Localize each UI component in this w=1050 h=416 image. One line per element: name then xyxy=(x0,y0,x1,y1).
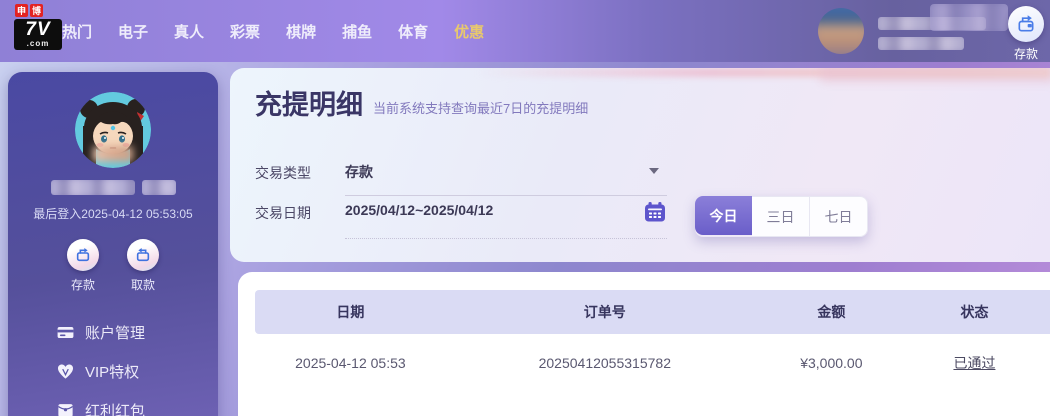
header-status: 状态 xyxy=(899,302,1050,322)
sidebar-item-vip[interactable]: VIP特权 xyxy=(56,360,218,382)
bank-card-icon xyxy=(56,323,75,342)
transaction-type-label: 交易类型 xyxy=(255,162,345,183)
nav-item-fishing[interactable]: 捕鱼 xyxy=(342,21,372,42)
page-subtitle: 当前系统支持查询最近7日的充提明细 xyxy=(373,98,588,120)
transaction-type-row: 交易类型 存款 xyxy=(255,162,667,196)
sidebar-item-bonus[interactable]: 红利红包 xyxy=(56,399,218,416)
nav-item-live[interactable]: 真人 xyxy=(174,21,204,42)
table-header: 日期 订单号 金额 状态 xyxy=(255,290,1050,334)
row-date: 2025-04-12 05:53 xyxy=(255,355,446,371)
top-navbar: 申 博 7V .com 热门 电子 真人 彩票 棋牌 捕鱼 体育 优惠 xyxy=(0,0,1050,62)
results-panel: 日期 订单号 金额 状态 2025-04-12 05:53 2025041205… xyxy=(238,272,1050,416)
sidebar-quick-actions: 存款 取款 xyxy=(8,239,218,293)
site-logo[interactable]: 申 博 7V .com xyxy=(14,4,64,50)
user-avatar[interactable] xyxy=(818,8,864,54)
blurred-strip xyxy=(820,68,1050,82)
sidebar-item-label: 账户管理 xyxy=(85,322,145,343)
nav-item-cards[interactable]: 棋牌 xyxy=(286,21,316,42)
deposit-wallet-icon xyxy=(67,239,99,271)
chevron-down-icon xyxy=(649,168,659,174)
sidebar-item-label: VIP特权 xyxy=(85,361,139,382)
transaction-type-select[interactable]: 存款 xyxy=(345,162,667,196)
withdraw-wallet-icon xyxy=(127,239,159,271)
date-range-value: 2025/04/12~2025/04/12 xyxy=(345,202,493,218)
blurred-avatar-area xyxy=(93,146,133,162)
header-deposit-label: 存款 xyxy=(1004,45,1048,62)
sidebar-menu: 账户管理 VIP特权 红利红包 xyxy=(8,321,218,416)
date-range-input[interactable]: 2025/04/12~2025/04/12 xyxy=(345,202,667,239)
last-login: 最后登入2025-04-12 05:53:05 xyxy=(8,205,218,222)
title-row: 充提明细 当前系统支持查询最近7日的充提明细 xyxy=(255,90,588,120)
wallet-icon xyxy=(1008,6,1044,42)
range-button-7days[interactable]: 七日 xyxy=(810,196,868,237)
row-amount: ¥3,000.00 xyxy=(764,355,899,371)
transaction-type-value: 存款 xyxy=(345,164,373,180)
nav-item-hot[interactable]: 热门 xyxy=(62,21,92,42)
header-order-number: 订单号 xyxy=(446,302,764,322)
filter-panel: 充提明细 当前系统支持查询最近7日的充提明细 交易类型 存款 交易日期 2025… xyxy=(230,68,1050,262)
main-nav: 热门 电子 真人 彩票 棋牌 捕鱼 体育 优惠 xyxy=(62,0,484,62)
nav-item-lottery[interactable]: 彩票 xyxy=(230,21,260,42)
transaction-date-row: 交易日期 2025/04/12~2025/04/12 xyxy=(255,202,667,239)
header-date: 日期 xyxy=(255,302,446,322)
logo-chips: 申 博 xyxy=(15,4,64,17)
profile-avatar[interactable] xyxy=(75,92,151,168)
sidebar-item-account[interactable]: 账户管理 xyxy=(56,321,218,343)
header-deposit-button[interactable]: 存款 xyxy=(1004,6,1048,62)
nav-item-slots[interactable]: 电子 xyxy=(118,21,148,42)
blurred-vip-badge xyxy=(930,4,1008,31)
logo-domain: .com xyxy=(17,39,59,48)
blurred-balance xyxy=(878,37,964,50)
sidebar-deposit-label: 存款 xyxy=(67,276,99,293)
row-order-number: 20250412055315782 xyxy=(446,355,764,371)
nav-item-promo[interactable]: 优惠 xyxy=(454,21,484,42)
sidebar-deposit-button[interactable]: 存款 xyxy=(67,239,99,293)
red-packet-icon xyxy=(56,401,75,416)
transaction-date-label: 交易日期 xyxy=(255,202,345,223)
date-range-buttons: 今日 三日 七日 xyxy=(695,196,868,237)
status-link[interactable]: 已通过 xyxy=(953,355,995,371)
range-button-today[interactable]: 今日 xyxy=(695,196,752,235)
calendar-icon[interactable] xyxy=(643,200,667,224)
header-amount: 金额 xyxy=(764,302,899,322)
table-row: 2025-04-12 05:53 20250412055315782 ¥3,00… xyxy=(255,334,1050,392)
logo-box: 7V .com xyxy=(14,19,62,50)
logo-text: 7V xyxy=(17,20,59,39)
sidebar: 最后登入2025-04-12 05:53:05 存款 xyxy=(8,72,218,416)
page-title: 充提明细 xyxy=(255,90,363,120)
vip-heart-icon xyxy=(56,362,75,381)
logo-chip-1: 申 xyxy=(15,4,28,17)
nav-item-sports[interactable]: 体育 xyxy=(398,21,428,42)
sidebar-withdraw-label: 取款 xyxy=(127,276,159,293)
range-button-3days[interactable]: 三日 xyxy=(752,196,810,237)
sidebar-withdraw-button[interactable]: 取款 xyxy=(127,239,159,293)
blurred-profile-name xyxy=(8,180,218,195)
page: 申 博 7V .com 热门 电子 真人 彩票 棋牌 捕鱼 体育 优惠 xyxy=(0,0,1050,416)
sidebar-item-label: 红利红包 xyxy=(85,400,145,416)
logo-chip-2: 博 xyxy=(30,4,43,17)
